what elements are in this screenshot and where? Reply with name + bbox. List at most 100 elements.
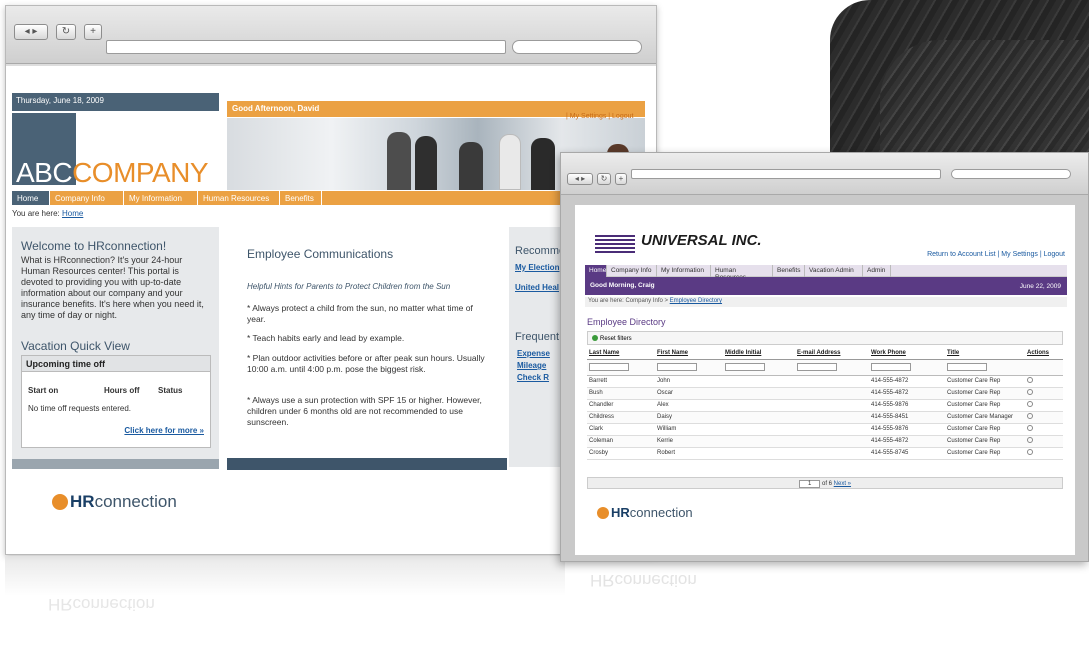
new-tab-icon[interactable]: + xyxy=(615,173,627,185)
hr-logo-bold: HR xyxy=(611,505,630,520)
table-row: Chandler Alex 414-555-9876 Customer Care… xyxy=(587,399,1063,412)
welcome-text: What is HRconnection? It's your 24-hour … xyxy=(21,255,204,320)
filter-input[interactable] xyxy=(871,363,911,371)
cell-first-name: Oscar xyxy=(655,387,723,400)
vacation-title: Vacation Quick View xyxy=(21,339,130,353)
tab-benefits[interactable]: Benefits xyxy=(280,191,322,205)
col-title[interactable]: Title xyxy=(945,347,1025,360)
filter-input[interactable] xyxy=(657,363,697,371)
tab-home[interactable]: Home xyxy=(12,191,50,205)
search-field[interactable] xyxy=(951,169,1071,179)
browser-chrome: ◂ ▸ ↻ + xyxy=(561,153,1088,195)
breadcrumb-label: You are here: xyxy=(12,209,60,218)
view-details-icon[interactable] xyxy=(1027,377,1033,383)
filter-input[interactable] xyxy=(589,363,629,371)
date-banner: Thursday, June 18, 2009 xyxy=(12,93,219,111)
reset-filters-button[interactable]: Reset filters xyxy=(587,331,1063,345)
new-tab-icon[interactable]: + xyxy=(84,24,102,40)
universal-page: UNIVERSAL INC. Return to Account List | … xyxy=(575,205,1075,555)
cell-middle-initial xyxy=(723,423,795,436)
universal-logo: UNIVERSAL INC. xyxy=(641,232,762,249)
tab-company-info[interactable]: Company Info xyxy=(50,191,124,205)
table-row: Childress Daisy 414-555-8451 Customer Ca… xyxy=(587,411,1063,424)
col-email[interactable]: E-mail Address xyxy=(795,347,869,360)
filter-input[interactable] xyxy=(947,363,987,371)
address-bar[interactable] xyxy=(631,169,941,179)
reset-icon xyxy=(592,335,598,341)
reset-label: Reset filters xyxy=(600,336,632,342)
col-middle-initial[interactable]: Middle Initial xyxy=(723,347,795,360)
cell-email xyxy=(795,387,869,400)
col-work-phone[interactable]: Work Phone xyxy=(869,347,945,360)
hrconnection-mark-icon xyxy=(52,494,68,510)
cell-middle-initial xyxy=(723,447,795,460)
cell-phone: 414-555-4872 xyxy=(869,387,945,400)
tab-human-resources[interactable]: Human Resources xyxy=(198,191,280,205)
link-expense[interactable]: Expense xyxy=(517,349,550,358)
filter-input[interactable] xyxy=(797,363,837,371)
table-row: Clark William 414-555-9876 Customer Care… xyxy=(587,423,1063,436)
vacation-more-link[interactable]: Click here for more » xyxy=(124,426,204,435)
link-my-election[interactable]: My Election xyxy=(515,263,559,272)
link-check[interactable]: Check R xyxy=(517,373,549,382)
tab-company-info[interactable]: Company Info xyxy=(607,265,657,277)
cell-email xyxy=(795,411,869,424)
back-forward-icon[interactable]: ◂ ▸ xyxy=(14,24,48,40)
tab-human-resources[interactable]: Human Resources xyxy=(711,265,773,281)
cell-phone: 414-555-4872 xyxy=(869,435,945,448)
tab-my-information[interactable]: My Information xyxy=(657,265,711,277)
breadcrumb: You are here: Home xyxy=(12,209,83,218)
logo-text: ABCCOMPANY xyxy=(16,157,209,189)
hr-logo-rest: connection xyxy=(629,505,693,520)
tab-home[interactable]: Home xyxy=(585,265,607,277)
account-links[interactable]: Return to Account List | My Settings | L… xyxy=(927,251,1065,258)
pager-next-link[interactable]: Next » xyxy=(834,481,851,487)
frequent-title: Frequent xyxy=(515,331,560,343)
reload-icon[interactable]: ↻ xyxy=(597,173,611,185)
address-bar[interactable] xyxy=(106,40,506,54)
breadcrumb-home-link[interactable]: Home xyxy=(62,209,83,218)
page-title: Employee Directory xyxy=(587,317,666,327)
settings-logout-links[interactable]: | My Settings | Logout xyxy=(566,113,633,120)
comms-tip: * Always protect a child from the sun, n… xyxy=(247,303,473,324)
date-label: June 22, 2009 xyxy=(1019,283,1061,290)
view-details-icon[interactable] xyxy=(1027,389,1033,395)
filter-input[interactable] xyxy=(725,363,765,371)
view-details-icon[interactable] xyxy=(1027,449,1033,455)
cell-title: Customer Care Rep xyxy=(945,375,1025,388)
vacation-box: Upcoming time off Start on Hours off Sta… xyxy=(21,355,211,448)
table-row: Bush Oscar 414-555-4872 Customer Care Re… xyxy=(587,387,1063,400)
cell-middle-initial xyxy=(723,375,795,388)
search-field[interactable] xyxy=(512,40,642,54)
abc-logo: ABCCOMPANY xyxy=(12,113,219,188)
tab-admin[interactable]: Admin xyxy=(863,265,891,277)
view-details-icon[interactable] xyxy=(1027,437,1033,443)
link-mileage[interactable]: Mileage xyxy=(517,361,546,370)
reload-icon[interactable]: ↻ xyxy=(56,24,76,40)
col-last-name[interactable]: Last Name xyxy=(587,347,655,360)
cell-last-name: Chandler xyxy=(587,399,655,412)
tab-my-information[interactable]: My Information xyxy=(124,191,198,205)
cell-first-name: John xyxy=(655,375,723,388)
col-actions: Actions xyxy=(1025,347,1063,360)
tab-benefits[interactable]: Benefits xyxy=(773,265,805,277)
view-details-icon[interactable] xyxy=(1027,401,1033,407)
center-footer-bar xyxy=(227,458,507,470)
tab-vacation-admin[interactable]: Vacation Admin xyxy=(805,265,863,277)
view-details-icon[interactable] xyxy=(1027,413,1033,419)
col-first-name[interactable]: First Name xyxy=(655,347,723,360)
link-united-health[interactable]: United Heal xyxy=(515,283,559,292)
logo-reflection: HRconnection xyxy=(48,595,155,614)
view-details-icon[interactable] xyxy=(1027,425,1033,431)
cell-phone: 414-555-9876 xyxy=(869,399,945,412)
page-select[interactable]: 1 xyxy=(798,480,821,488)
cell-last-name: Crosby xyxy=(587,447,655,460)
cell-email xyxy=(795,423,869,436)
breadcrumb-link[interactable]: Employee Directory xyxy=(670,298,722,304)
cell-first-name: Alex xyxy=(655,399,723,412)
breadcrumb-label: You are here: Company Info > xyxy=(588,298,668,304)
welcome-title: Welcome to HRconnection! xyxy=(21,239,167,253)
back-forward-icon[interactable]: ◂ ▸ xyxy=(567,173,593,185)
table-row: Crosby Robert 414-555-8745 Customer Care… xyxy=(587,447,1063,460)
cell-title: Customer Care Rep xyxy=(945,387,1025,400)
